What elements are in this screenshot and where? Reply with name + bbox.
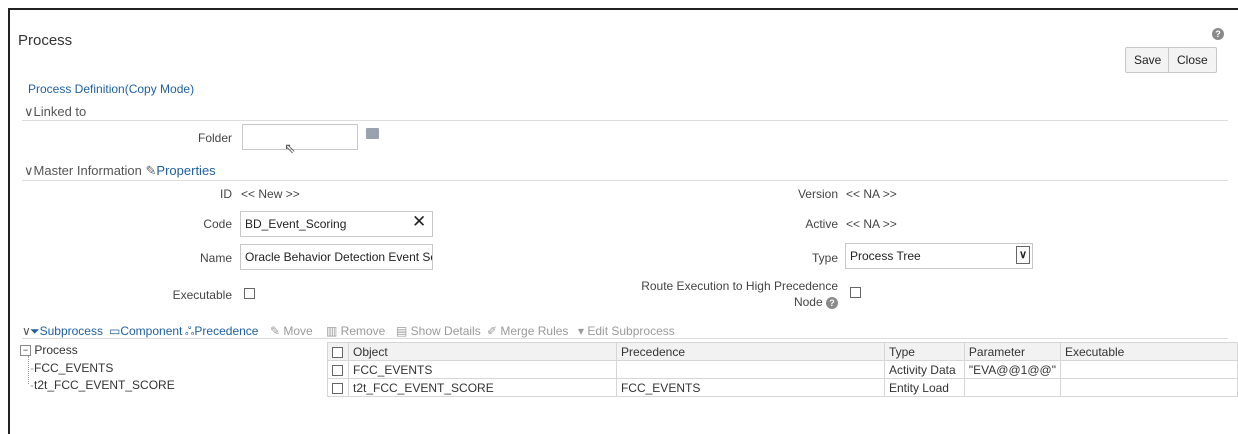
edit-subprocess-label: Edit Subprocess xyxy=(587,324,675,338)
folder-browse-icon[interactable] xyxy=(366,128,379,139)
master-section-header[interactable]: ∨Master Information ✎Properties xyxy=(24,163,216,179)
route-execution-label: Route Execution to High Precedence Node … xyxy=(620,278,838,310)
details-icon: ▤ xyxy=(396,324,411,338)
close-button[interactable]: Close xyxy=(1168,47,1217,73)
id-label: ID xyxy=(220,187,232,201)
type-select[interactable]: Process Tree ∨ xyxy=(845,243,1033,269)
edit-subprocess-button[interactable]: ▾ Edit Subprocess xyxy=(578,324,675,338)
clear-icon[interactable]: ✕ xyxy=(412,212,426,232)
merge-rules-button[interactable]: ✐ Merge Rules xyxy=(487,324,568,338)
route-label-line2: Node xyxy=(793,295,823,309)
subprocess-label: Subprocess xyxy=(39,324,103,338)
linked-section-header[interactable]: ∨Linked to xyxy=(24,104,86,120)
cell-precedence xyxy=(615,360,885,379)
pin-icon: ▾ xyxy=(578,324,588,338)
trash-icon: ▥ xyxy=(326,324,341,338)
row-select-cell xyxy=(327,378,349,397)
properties-link[interactable]: Properties xyxy=(156,163,215,178)
cell-type: Activity Data xyxy=(883,360,965,379)
mouse-cursor-icon: ⇖ xyxy=(284,140,296,156)
active-value: << NA >> xyxy=(846,217,897,231)
precedence-label: Precedence xyxy=(194,324,259,338)
move-label: Move xyxy=(283,324,313,338)
select-all-cell xyxy=(327,342,349,361)
route-label-line2-row: Node ? xyxy=(620,294,838,310)
tree-item-label: FCC_EVENTS xyxy=(34,361,114,375)
hierarchy-icon: ஃ xyxy=(185,324,195,338)
folder-label: Folder xyxy=(197,131,232,145)
route-execution-checkbox[interactable] xyxy=(850,287,861,298)
help-icon[interactable]: ? xyxy=(1212,28,1224,40)
collapse-icon[interactable]: − xyxy=(20,345,31,357)
executable-label: Executable xyxy=(172,288,232,302)
table-row[interactable]: t2t_FCC_EVENT_SCORE FCC_EVENTS Entity Lo… xyxy=(327,378,1238,397)
component-button[interactable]: ▭Component xyxy=(109,324,182,338)
name-label: Name xyxy=(199,251,232,265)
cell-parameter: "EVA@@1@@" xyxy=(963,360,1061,379)
breadcrumb[interactable]: Process Definition(Copy Mode) xyxy=(28,82,194,96)
divider xyxy=(22,120,1228,121)
master-section-title: Master Information xyxy=(33,163,142,178)
table-header-row: Object Precedence Type Parameter Executa… xyxy=(327,342,1238,361)
chevron-down-icon[interactable]: ∨ xyxy=(1016,246,1030,264)
column-header-object[interactable]: Object xyxy=(347,342,617,361)
cell-executable xyxy=(1059,378,1238,397)
active-label: Active xyxy=(805,217,838,231)
tree-root[interactable]: − Process xyxy=(20,343,78,357)
row-checkbox[interactable] xyxy=(332,364,344,376)
process-table: Object Precedence Type Parameter Executa… xyxy=(327,342,1238,397)
linked-section-title: Linked to xyxy=(33,104,87,119)
subprocess-button[interactable]: ⏷Subprocess xyxy=(30,324,103,339)
column-header-precedence[interactable]: Precedence xyxy=(615,342,885,361)
id-value: << New >> xyxy=(241,187,300,201)
show-details-button[interactable]: ▤ Show Details xyxy=(396,324,481,338)
page-title: Process xyxy=(18,32,73,49)
cell-type: Entity Load xyxy=(883,378,965,397)
tree-item-label: t2t_FCC_EVENT_SCORE xyxy=(34,378,175,392)
remove-button[interactable]: ▥ Remove xyxy=(326,324,385,338)
code-input[interactable]: BD_Event_Scoring xyxy=(240,211,433,237)
chevron-down-icon: ∨ xyxy=(24,163,34,178)
divider xyxy=(22,338,1228,339)
executable-checkbox[interactable] xyxy=(244,288,255,299)
folder-input[interactable] xyxy=(242,124,358,150)
merge-icon: ✐ xyxy=(487,324,501,338)
cell-executable xyxy=(1059,360,1238,379)
column-header-executable[interactable]: Executable xyxy=(1059,342,1238,361)
table-row[interactable]: FCC_EVENTS Activity Data "EVA@@1@@" xyxy=(327,360,1238,379)
tree-item[interactable]: -t2t_FCC_EVENT_SCORE xyxy=(30,378,175,392)
component-label: Component xyxy=(120,324,183,338)
code-label: Code xyxy=(203,217,232,231)
cell-precedence: FCC_EVENTS xyxy=(615,378,885,397)
row-checkbox[interactable] xyxy=(332,382,344,394)
select-all-checkbox[interactable] xyxy=(332,346,344,358)
code-input-value: BD_Event_Scoring xyxy=(245,217,347,231)
name-input[interactable]: Oracle Behavior Detection Event Scorir xyxy=(240,244,433,270)
tree-root-label: Process xyxy=(34,343,78,357)
move-button[interactable]: ✎ Move xyxy=(270,324,313,338)
filter-icon: ⏷ xyxy=(30,324,40,338)
show-details-label: Show Details xyxy=(410,324,481,338)
column-header-parameter[interactable]: Parameter xyxy=(963,342,1061,361)
divider xyxy=(22,180,1228,181)
version-label: Version xyxy=(797,187,838,201)
cylinder-icon: ▭ xyxy=(109,324,121,338)
cell-object: t2t_FCC_EVENT_SCORE xyxy=(347,378,617,397)
help-icon[interactable]: ? xyxy=(826,297,838,309)
tree-item[interactable]: -FCC_EVENTS xyxy=(30,361,113,375)
properties-icon: ✎ xyxy=(145,163,157,178)
save-button[interactable]: Save xyxy=(1125,47,1171,73)
type-select-value: Process Tree xyxy=(850,249,921,263)
chevron-down-icon: ∨ xyxy=(24,104,34,119)
remove-label: Remove xyxy=(340,324,386,338)
merge-rules-label: Merge Rules xyxy=(500,324,569,338)
row-select-cell xyxy=(327,360,349,379)
type-label: Type xyxy=(811,251,838,265)
cell-parameter xyxy=(963,378,1061,397)
route-label-line1: Route Execution to High Precedence xyxy=(641,279,838,293)
edit-icon: ✎ xyxy=(270,324,284,338)
column-header-type[interactable]: Type xyxy=(883,342,965,361)
version-value: << NA >> xyxy=(846,187,897,201)
cell-object: FCC_EVENTS xyxy=(347,360,617,379)
